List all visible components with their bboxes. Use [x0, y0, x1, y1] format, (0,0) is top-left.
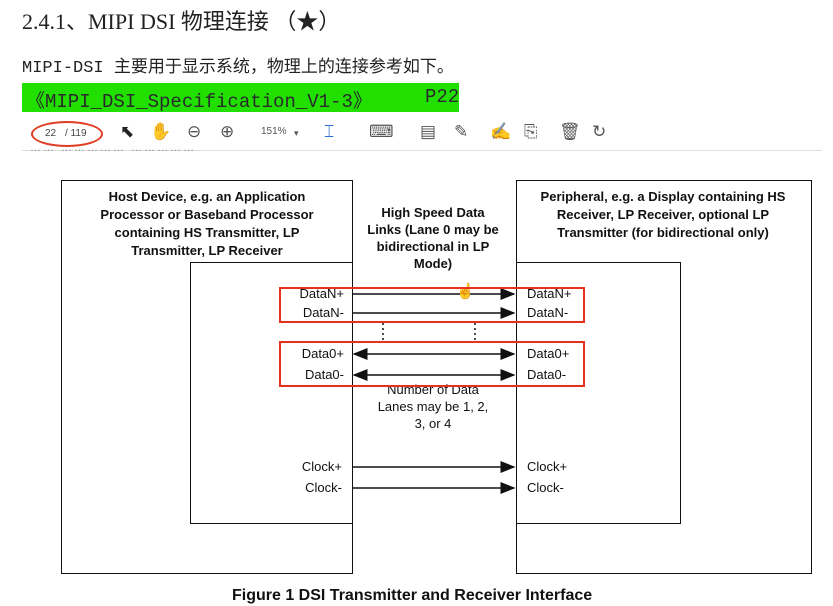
- signal-left-clock-minus: Clock-: [305, 480, 342, 495]
- highlight-box-datan: [279, 287, 585, 323]
- highlight-box-data0: [279, 341, 585, 387]
- signal-right-clock-plus: Clock+: [527, 459, 568, 474]
- signal-left-clock-plus: Clock+: [301, 459, 342, 474]
- figure-caption: Figure 1 DSI Transmitter and Receiver In…: [232, 587, 593, 604]
- signal-right-clock-minus: Clock-: [527, 480, 564, 495]
